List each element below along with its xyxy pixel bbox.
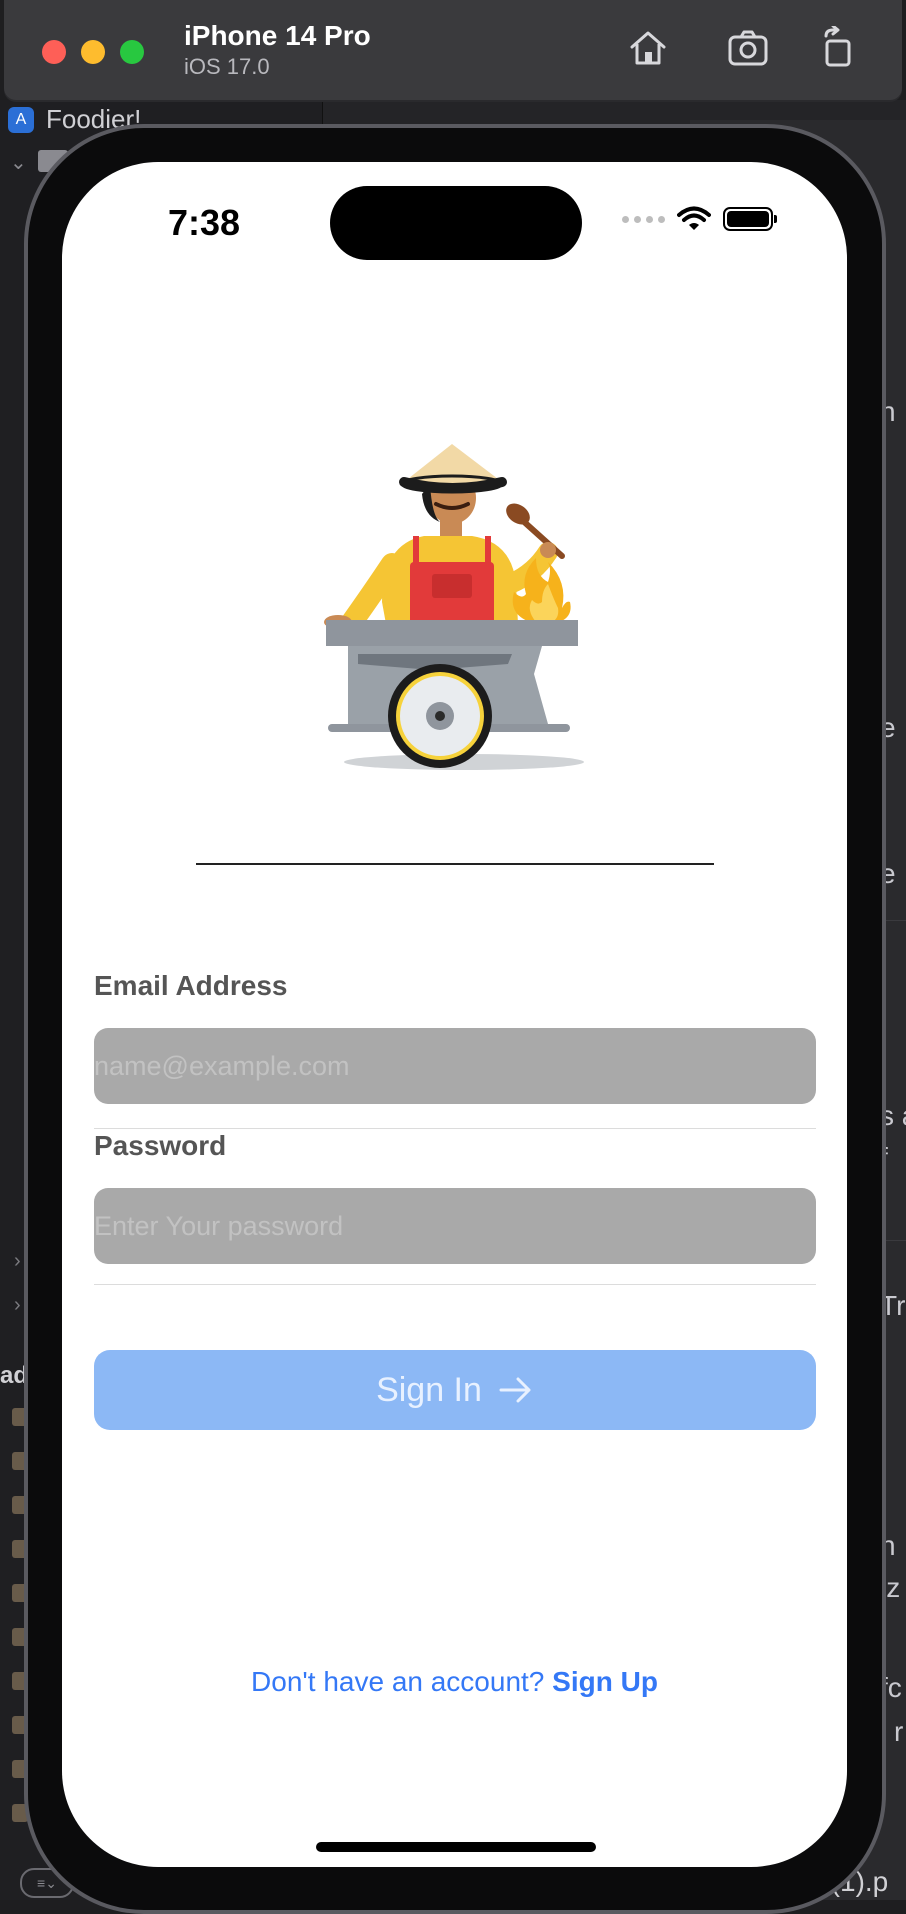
- divider: [94, 1128, 816, 1129]
- device-os-version: iOS 17.0: [184, 54, 270, 79]
- status-time: 7:38: [168, 202, 241, 243]
- rotate-icon: [824, 26, 851, 67]
- screenshot-button[interactable]: [724, 24, 772, 72]
- email-field[interactable]: [94, 1028, 816, 1104]
- chevron-down-icon[interactable]: ⌄: [10, 150, 27, 175]
- device-name: iPhone 14 Pro: [184, 20, 371, 51]
- minimize-window-button[interactable]: [81, 40, 105, 64]
- home-indicator[interactable]: [316, 1842, 596, 1852]
- sign-in-button[interactable]: Sign In: [94, 1350, 816, 1430]
- sign-up-link[interactable]: Sign Up: [552, 1666, 658, 1697]
- rotate-button[interactable]: [814, 24, 862, 72]
- close-window-button[interactable]: [42, 40, 66, 64]
- signup-prompt: Don't have an account?: [251, 1666, 545, 1697]
- home-button[interactable]: [624, 24, 672, 72]
- status-icons: [622, 206, 777, 232]
- disclosure-icon[interactable]: ›: [14, 1250, 21, 1273]
- signal-icon: [622, 215, 665, 223]
- sign-in-label: Sign In: [376, 1370, 482, 1409]
- arrow-right-icon: [499, 1377, 531, 1403]
- disclosure-icon[interactable]: ›: [14, 1294, 21, 1317]
- battery-icon: [723, 207, 777, 231]
- home-icon: [630, 31, 666, 65]
- password-field[interactable]: [94, 1188, 816, 1264]
- phone-screen: 7:38 Email Address name@example.com Pass…: [62, 162, 847, 1867]
- dynamic-island: [330, 186, 582, 260]
- password-label: Password: [94, 1130, 227, 1161]
- divider: [94, 1284, 816, 1285]
- signup-row: Don't have an account? Sign Up: [62, 1666, 847, 1698]
- email-label: Email Address: [94, 970, 288, 1001]
- screenshot-icon: [728, 30, 768, 66]
- wifi-icon: [677, 206, 711, 230]
- food-cart-vendor-illustration: [324, 444, 584, 770]
- hero-divider: [196, 863, 714, 865]
- zoom-window-button[interactable]: [120, 40, 144, 64]
- app-icon: A: [8, 106, 34, 133]
- simulator-titlebar: iPhone 14 Pro iOS 17.0: [4, 0, 902, 100]
